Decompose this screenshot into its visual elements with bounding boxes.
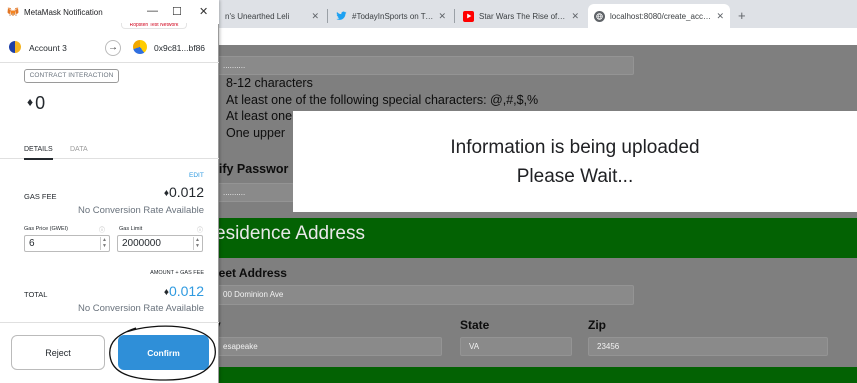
amount-plus-gas-label: AMOUNT + GAS FEE: [150, 270, 204, 276]
please-wait-message: Please Wait...: [516, 165, 634, 187]
requirement-item: At least one of the following special ch…: [226, 92, 539, 107]
state-label: State: [460, 318, 490, 332]
gas-limit-label: Gas Limit: [119, 226, 143, 232]
window-title: MetaMask Notification: [24, 7, 103, 17]
number-stepper-icon[interactable]: ▲ ▼: [193, 237, 201, 250]
account-name: Account 3: [29, 43, 67, 53]
zip-field[interactable]: 23456: [588, 337, 828, 356]
globe-icon: [594, 10, 605, 22]
gas-fee-conversion-note: No Conversion Rate Available: [77, 205, 204, 216]
tab-separator: [327, 9, 328, 23]
info-icon[interactable]: ⓘ: [99, 225, 105, 234]
gas-limit-value: 2000000: [122, 238, 161, 249]
maximize-button[interactable]: ☐: [172, 5, 182, 18]
gas-fee-value: ♦0.012: [164, 184, 204, 200]
window-titlebar[interactable]: MetaMask Notification — ☐ ✕: [0, 0, 219, 24]
hand-drawn-circle-annotation: [109, 325, 216, 381]
street-address-field[interactable]: 00 Dominion Ave: [214, 285, 634, 305]
close-window-button[interactable]: ✕: [199, 5, 208, 18]
close-tab-icon[interactable]: ✕: [716, 11, 724, 22]
tab-separator: [454, 9, 455, 23]
minimize-button[interactable]: —: [147, 5, 158, 17]
zip-label: Zip: [588, 318, 606, 332]
gas-price-label: Gas Price (GWEI): [24, 226, 69, 232]
upload-progress-modal: Information is being uploaded Please Wai…: [293, 111, 857, 212]
total-value: ♦0.012: [164, 283, 204, 299]
tab-data[interactable]: DATA: [70, 146, 88, 153]
gas-price-value: 6: [29, 238, 35, 249]
city-field[interactable]: esapeake: [214, 337, 442, 356]
close-tab-icon[interactable]: ✕: [438, 11, 446, 22]
reject-button[interactable]: Reject: [11, 335, 105, 370]
state-field[interactable]: VA: [460, 337, 572, 356]
browser-tab-active[interactable]: localhost:8080/create_account.ht ✕: [588, 4, 730, 28]
requirement-item: 8-12 characters: [226, 76, 313, 90]
gas-fee-amount: 0.012: [168, 184, 204, 200]
residence-address-title: esidence Address: [215, 223, 365, 244]
recipient-address: 0x9c81...bf86: [154, 43, 206, 53]
browser-tab[interactable]: Star Wars The Rise of Skywalker ✕: [457, 4, 585, 28]
street-address-label: reet Address: [214, 266, 287, 280]
total-amount: 0.012: [168, 283, 204, 299]
contract-interaction-badge: CONTRACT INTERACTION: [24, 69, 119, 83]
transaction-amount: ♦ 0: [27, 93, 45, 114]
password-field[interactable]: ..........: [214, 56, 634, 75]
close-tab-icon[interactable]: ✕: [311, 11, 319, 22]
account-avatar: [9, 41, 21, 53]
ethereum-icon: ♦: [27, 95, 34, 109]
gas-fee-label: GAS FEE: [24, 192, 57, 201]
info-icon[interactable]: ⓘ: [197, 225, 203, 234]
gas-limit-input[interactable]: 2000000 ▲ ▼: [117, 235, 203, 252]
amount-value: 0: [35, 93, 46, 113]
metamask-notification-window: MetaMask Notification — ☐ ✕ Ropsten Test…: [0, 0, 219, 383]
network-badge: Ropsten Test Network: [121, 23, 187, 29]
browser-tab[interactable]: n's Unearthed Leli ✕: [219, 4, 325, 28]
edit-gas-link[interactable]: EDIT: [189, 172, 204, 179]
youtube-icon: [463, 10, 474, 22]
metamask-fox-icon: [7, 7, 19, 16]
gas-price-input[interactable]: 6 ▲ ▼: [24, 235, 110, 252]
new-tab-button[interactable]: +: [738, 8, 746, 23]
verify-password-label: rify Passwor: [214, 162, 289, 176]
close-tab-icon[interactable]: ✕: [571, 11, 579, 22]
bottom-green-bar: [214, 367, 857, 383]
twitter-icon: [336, 11, 347, 22]
tab-details[interactable]: DETAILS: [24, 146, 53, 160]
upload-message: Information is being uploaded: [450, 136, 700, 158]
total-conversion-note: No Conversion Rate Available: [77, 303, 204, 314]
browser-tab[interactable]: #TodayInSports on Twitter: "Mic ✕: [330, 4, 452, 28]
total-label: TOTAL: [24, 290, 48, 299]
verify-password-field[interactable]: ..........: [214, 183, 294, 202]
arrow-right-icon: →: [105, 40, 121, 56]
number-stepper-icon[interactable]: ▲ ▼: [100, 237, 108, 250]
recipient-avatar: [133, 40, 147, 54]
details-data-tabs: DETAILS DATA: [0, 140, 219, 160]
account-row: Account 3 → 0x9c81...bf86: [0, 31, 219, 63]
